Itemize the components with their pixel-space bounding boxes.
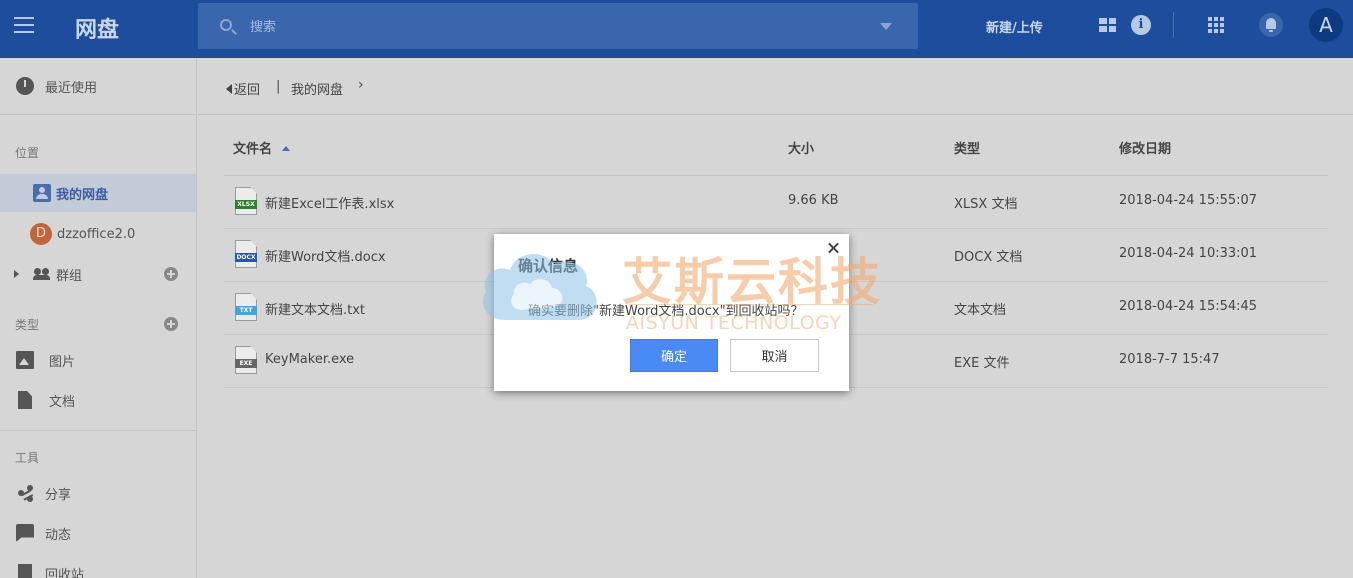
file-name[interactable]: 新建文本文档.txt — [265, 299, 365, 318]
column-header-size[interactable]: 大小 — [788, 138, 814, 157]
column-header-type[interactable]: 类型 — [954, 138, 980, 157]
dialog-message: 确实要删除"新建Word文档.docx"到回收站吗？ — [528, 304, 804, 319]
info-icon[interactable]: i — [1131, 15, 1151, 35]
trash-icon — [18, 564, 32, 578]
sidebar-item-label: 图片 — [49, 354, 76, 370]
file-modified: 2018-04-24 15:54:45 — [1119, 299, 1258, 314]
breadcrumb-separator: | — [276, 79, 281, 94]
file-size: 9.66 KB — [788, 193, 839, 208]
new-upload-button[interactable]: 新建/上传 — [986, 17, 1043, 36]
sidebar-item-label: dzzoffice2.0 — [57, 226, 136, 242]
file-type-tag: TXT — [235, 306, 257, 315]
grid-view-icon[interactable] — [1099, 18, 1116, 32]
group-icon — [33, 268, 51, 280]
image-icon — [16, 351, 34, 369]
column-header-name[interactable]: 文件名 — [233, 138, 291, 157]
sidebar-section-type: 类型 — [15, 318, 40, 332]
confirm-button[interactable]: 确定 — [630, 339, 718, 372]
docx-file-icon: DOCX — [235, 240, 257, 268]
breadcrumb-my-drive[interactable]: 我的网盘 — [291, 79, 343, 98]
add-group-icon[interactable] — [164, 267, 178, 281]
back-label: 返回 — [234, 83, 261, 98]
search-bar[interactable] — [198, 3, 918, 49]
table-row[interactable]: XLSX 新建Excel工作表.xlsx 9.66 KB XLSX 文档 201… — [224, 176, 1328, 229]
toolbar-divider — [1173, 12, 1174, 38]
org-avatar: D — [30, 223, 52, 245]
file-type: 文本文档 — [954, 303, 1007, 318]
clock-icon — [16, 77, 34, 95]
back-arrow-icon — [226, 84, 232, 94]
user-avatar[interactable]: A — [1309, 8, 1343, 42]
cancel-button[interactable]: 取消 — [730, 339, 819, 372]
apps-icon[interactable] — [1208, 17, 1224, 33]
search-icon — [220, 19, 232, 31]
breadcrumb-chevron-icon[interactable]: › — [358, 77, 364, 93]
share-icon — [16, 484, 34, 502]
file-modified: 2018-04-24 15:55:07 — [1119, 193, 1258, 208]
sidebar: 最近使用 位置 我的网盘 D dzzoffice2.0 群组 类型 图片 文档 … — [0, 58, 197, 578]
sidebar-item-label: 最近使用 — [45, 80, 98, 96]
breadcrumb-divider — [198, 114, 1353, 115]
xlsx-file-icon: XLSX — [235, 187, 257, 215]
file-type: DOCX 文档 — [954, 250, 1023, 265]
notification-bell-icon[interactable] — [1259, 13, 1283, 37]
file-type-tag: EXE — [235, 359, 257, 368]
txt-file-icon: TXT — [235, 293, 257, 321]
sidebar-item-recent[interactable]: 最近使用 — [0, 67, 196, 105]
sidebar-item-groups[interactable]: 群组 — [0, 255, 196, 293]
watermark-line — [628, 304, 873, 305]
sidebar-item-label: 我的网盘 — [56, 187, 109, 203]
app-title: 网盘 — [75, 18, 120, 43]
user-folder-icon — [33, 184, 51, 202]
sidebar-item-label: 群组 — [56, 268, 83, 284]
sidebar-item-documents[interactable]: 文档 — [0, 381, 196, 419]
column-header-modified[interactable]: 修改日期 — [1119, 138, 1171, 157]
close-icon[interactable] — [827, 241, 841, 255]
back-button[interactable]: 返回 — [226, 79, 260, 98]
confirm-dialog: 确认信息 确实要删除"新建Word文档.docx"到回收站吗？ 确定 取消 — [494, 234, 849, 391]
sidebar-divider — [0, 114, 196, 115]
file-name[interactable]: KeyMaker.exe — [265, 352, 354, 367]
search-options-caret-icon[interactable] — [880, 23, 892, 30]
dialog-title: 确认信息 — [518, 257, 579, 275]
sidebar-item-label: 回收站 — [45, 567, 85, 578]
sort-ascending-icon — [282, 146, 291, 151]
sidebar-item-activity[interactable]: 动态 — [0, 514, 196, 552]
sidebar-item-org[interactable]: D dzzoffice2.0 — [0, 215, 196, 253]
activity-icon — [16, 524, 34, 542]
search-input[interactable] — [250, 15, 850, 39]
add-type-icon[interactable] — [164, 317, 178, 331]
sidebar-item-share[interactable]: 分享 — [0, 474, 196, 512]
file-modified: 2018-7-7 15:47 — [1119, 352, 1220, 367]
sidebar-item-label: 动态 — [45, 527, 72, 543]
sidebar-item-recycle[interactable]: 回收站 — [0, 554, 196, 578]
sidebar-section-tools: 工具 — [15, 451, 40, 465]
exe-file-icon: EXE — [235, 346, 257, 374]
file-name[interactable]: 新建Word文档.docx — [265, 246, 386, 265]
expand-caret-icon[interactable] — [14, 270, 19, 278]
top-bar: 网盘 新建/上传 i A — [0, 0, 1353, 58]
file-type: XLSX 文档 — [954, 197, 1018, 212]
document-icon — [18, 391, 32, 409]
file-type: EXE 文件 — [954, 356, 1010, 371]
sidebar-item-label: 分享 — [45, 487, 72, 503]
sidebar-item-my-drive[interactable]: 我的网盘 — [0, 174, 196, 212]
column-header-label: 文件名 — [233, 142, 273, 157]
sidebar-item-label: 文档 — [49, 394, 76, 410]
sidebar-divider — [0, 430, 196, 431]
file-name[interactable]: 新建Excel工作表.xlsx — [265, 193, 394, 212]
table-header: 文件名 大小 类型 修改日期 — [224, 123, 1328, 176]
sidebar-item-images[interactable]: 图片 — [0, 341, 196, 379]
file-modified: 2018-04-24 10:33:01 — [1119, 246, 1258, 261]
menu-icon[interactable] — [14, 17, 34, 33]
file-type-tag: DOCX — [235, 253, 257, 262]
sidebar-section-location: 位置 — [15, 146, 40, 160]
file-type-tag: XLSX — [235, 200, 257, 209]
